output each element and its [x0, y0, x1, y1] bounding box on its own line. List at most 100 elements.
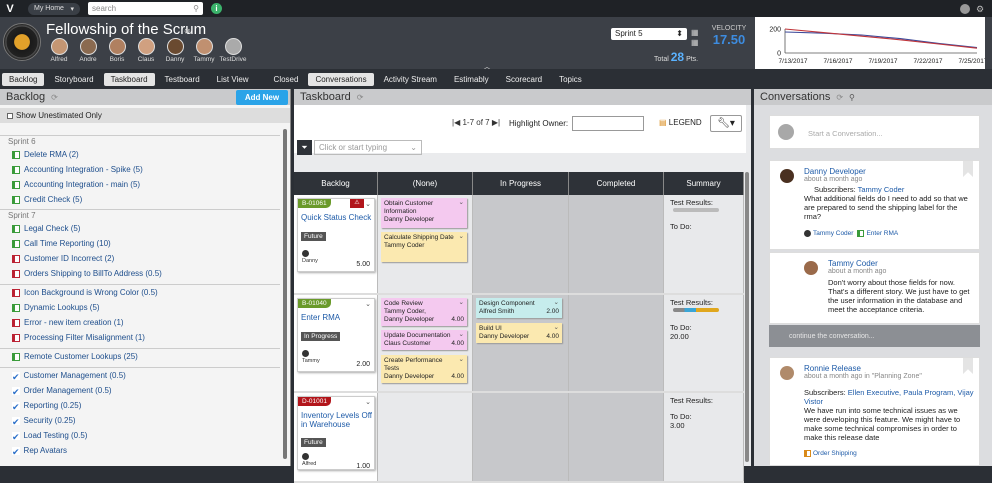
list-item[interactable]: Call Time Reporting (10)	[0, 236, 280, 251]
bookmark-icon[interactable]	[963, 358, 973, 374]
task-card[interactable]: ⌄ Create Performance Tests Danny Developer…	[381, 355, 467, 383]
task-card[interactable]: ⌄ Calculate Shipping Date Tammy Coder	[381, 232, 467, 262]
story-title[interactable]: Quick Status Check	[301, 213, 373, 222]
list-item[interactable]: Icon Background is Wrong Color (0.5)	[0, 285, 280, 300]
author-name[interactable]: Danny Developer	[804, 167, 866, 176]
member-alfred[interactable]: Alfred	[46, 38, 72, 63]
story-card[interactable]: D-01001 ⌄ Inventory Levels Off in Wareho…	[297, 396, 375, 470]
list-item[interactable]: ✔ Order Management (0.5)	[0, 383, 280, 398]
filter-icon[interactable]: ⏷	[297, 140, 312, 155]
first-page-icon[interactable]: |◀	[452, 118, 460, 127]
list-item[interactable]: Processing Filter Misalignment (1)	[0, 330, 280, 345]
add-new-button[interactable]: Add New	[236, 90, 288, 105]
highlight-owner-input[interactable]	[572, 116, 644, 131]
taskboard-scrollbar[interactable]	[745, 172, 749, 462]
tab-estimably[interactable]: Estimably	[447, 73, 496, 86]
list-item[interactable]: ✔ Customer Management (0.5)	[0, 368, 280, 383]
tab-testboard[interactable]: Testboard	[158, 73, 207, 86]
tab-activity-stream[interactable]: Activity Stream	[377, 73, 444, 86]
chevron-down-icon[interactable]: ⌄	[459, 199, 464, 207]
member-andre[interactable]: Andre	[75, 38, 101, 63]
show-unestimated-checkbox[interactable]: Show Unestimated Only	[0, 108, 290, 123]
subscribers-list[interactable]: Tammy Coder	[858, 185, 905, 194]
author-name[interactable]: Ronnie Release	[804, 364, 861, 373]
story-title[interactable]: Enter RMA	[301, 313, 373, 322]
tab-scorecard[interactable]: Scorecard	[499, 73, 549, 86]
chevron-down-icon[interactable]: ⌄	[365, 398, 371, 406]
task-card[interactable]: ⌄ Update Documentation Claus Customer 4.00	[381, 330, 467, 350]
info-icon[interactable]: i	[211, 3, 222, 14]
start-conversation-input[interactable]: Start a Conversation...	[769, 115, 980, 149]
chevron-down-icon[interactable]: ⌄	[459, 233, 464, 241]
task-card[interactable]: ⌄ Build UI Danny Developer 4.00	[476, 323, 562, 343]
list-item[interactable]: ✔ Load Testing (0.5)	[0, 428, 280, 443]
bookmark-icon[interactable]	[963, 161, 973, 177]
user-avatar-icon[interactable]	[960, 3, 970, 14]
refresh-icon[interactable]: ⟳	[51, 93, 58, 102]
list-item[interactable]: ✔ Reporting (0.25)	[0, 398, 280, 413]
checkbox-icon[interactable]	[7, 112, 13, 119]
backlog-scrollbar[interactable]	[283, 129, 287, 459]
chevron-down-icon[interactable]: ⌄	[554, 299, 559, 307]
tag-story[interactable]: Order Shipping	[804, 450, 857, 457]
my-home-dropdown[interactable]: My Home ▾	[28, 2, 80, 15]
tab-backlog[interactable]: Backlog	[2, 72, 45, 86]
settings-gear-icon[interactable]: ⚙	[976, 4, 986, 14]
chevron-down-icon[interactable]: ⌄	[459, 299, 464, 307]
tag-user[interactable]: Tammy Coder	[804, 230, 853, 237]
list-item[interactable]: Customer ID Incorrect (2)	[0, 251, 280, 266]
member-claus[interactable]: Claus	[133, 38, 159, 63]
story-card[interactable]: B-01061 ⚠ ⌄ Quick Status Check Future Da…	[297, 198, 375, 272]
continue-conversation-button[interactable]: continue the conversation...	[769, 325, 980, 347]
wrench-menu-button[interactable]: 🔧︎▾	[710, 115, 742, 132]
member-boris[interactable]: Boris	[104, 38, 130, 63]
chart-icon[interactable]: ▦	[691, 28, 699, 37]
legend-button[interactable]: ▤ LEGEND	[659, 118, 702, 127]
refresh-icon[interactable]: ⟳	[836, 93, 843, 102]
alert-icon[interactable]: ⚠	[350, 199, 364, 208]
member-testdrive[interactable]: TestDrive	[219, 38, 247, 63]
tab-taskboard[interactable]: Taskboard	[103, 72, 155, 86]
task-card[interactable]: ⌄ Obtain Customer Information Danny Develo…	[381, 198, 467, 228]
list-item[interactable]: Remote Customer Lookups (25)	[0, 349, 280, 364]
list-item[interactable]: Accounting Integration - Spike (5)	[0, 162, 280, 177]
filter-input[interactable]: Click or start typing ⌄	[314, 140, 422, 155]
chevron-down-icon[interactable]: ⌄	[459, 356, 464, 364]
author-name[interactable]: Tammy Coder	[828, 259, 878, 268]
search-icon[interactable]: ⚲	[193, 4, 199, 13]
task-card[interactable]: ⌄ Design Component Alfred Smith 2.00	[476, 298, 562, 318]
list-item[interactable]: Legal Check (5)	[0, 221, 280, 236]
tab-storyboard[interactable]: Storyboard	[47, 73, 100, 86]
app-logo[interactable]: V	[0, 0, 20, 17]
list-item[interactable]: Orders Shipping to BillTo Address (0.5)	[0, 266, 280, 281]
member-danny[interactable]: Danny	[162, 38, 188, 63]
sprint-select[interactable]: Sprint 5 ⬍	[611, 28, 687, 40]
list-item[interactable]: Dynamic Lookups (5)	[0, 300, 280, 315]
list-item[interactable]: Accounting Integration - main (5)	[0, 177, 280, 192]
team-settings-icon[interactable]: ❋	[184, 27, 191, 36]
task-card[interactable]: ⌄ Code Review Tammy Coder, Danny Developer…	[381, 298, 467, 326]
tab-topics[interactable]: Topics	[552, 73, 589, 86]
list-item[interactable]: Delete RMA (2)	[0, 147, 280, 162]
search-icon[interactable]: ⚲	[849, 93, 855, 102]
chevron-down-icon[interactable]: ⌄	[554, 324, 559, 332]
tab-list-view[interactable]: List View	[210, 73, 256, 86]
tab-closed[interactable]: Closed	[267, 73, 306, 86]
list-item[interactable]: Error - new item creation (1)	[0, 315, 280, 330]
team-members: Alfred Andre Boris Claus Danny Tammy Tes…	[46, 38, 247, 63]
grid-icon[interactable]: ▦	[691, 38, 699, 47]
refresh-icon[interactable]: ⟳	[357, 93, 364, 102]
story-card[interactable]: B-01040 ⌄ Enter RMA In Progress Tammy 2.…	[297, 298, 375, 372]
chevron-down-icon[interactable]: ⌄	[459, 331, 464, 339]
tab-conversations[interactable]: Conversations	[308, 72, 374, 86]
tag-story[interactable]: Enter RMA	[857, 230, 898, 237]
list-item[interactable]: Credit Check (5)	[0, 192, 280, 207]
chevron-down-icon[interactable]: ⌄	[365, 300, 371, 308]
story-title[interactable]: Inventory Levels Off in Warehouse	[301, 411, 373, 429]
chevron-down-icon[interactable]: ⌄	[365, 200, 371, 208]
list-item[interactable]: ✔ Rep Avatars	[0, 443, 280, 458]
member-tammy[interactable]: Tammy	[191, 38, 217, 63]
list-item[interactable]: ✔ Security (0.25)	[0, 413, 280, 428]
search-input[interactable]: search ⚲	[88, 2, 203, 15]
last-page-icon[interactable]: ▶|	[492, 118, 500, 127]
